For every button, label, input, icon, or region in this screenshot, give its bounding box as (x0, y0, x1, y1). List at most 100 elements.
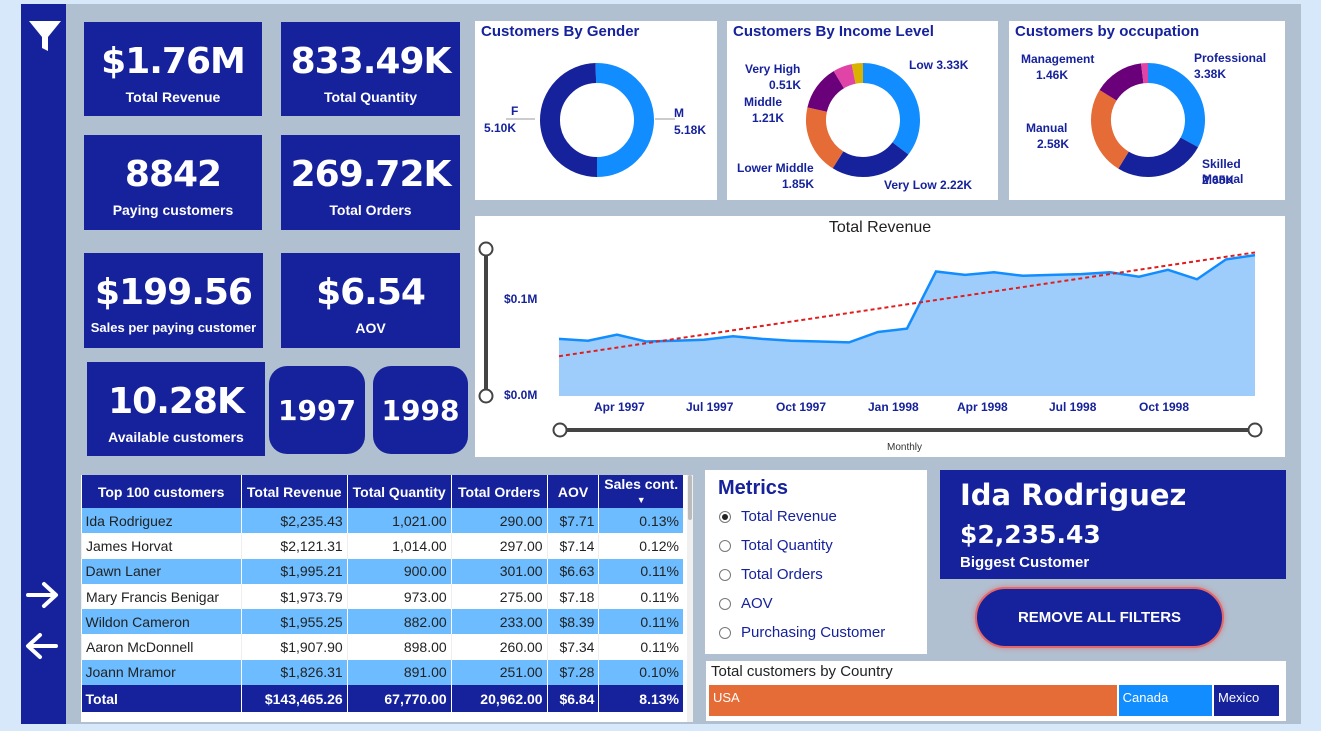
kpi-label: AOV (355, 320, 386, 336)
remove-all-filters-button[interactable]: REMOVE ALL FILTERS (975, 587, 1224, 648)
sort-descending-icon: ▼ (636, 494, 646, 505)
table-cell: $7.28 (546, 659, 599, 686)
radio-button[interactable] (719, 568, 731, 581)
column-header[interactable]: Top 100 customers (81, 475, 242, 508)
donut-slice[interactable] (540, 63, 598, 177)
metric-option[interactable]: Purchasing Customer (719, 618, 885, 647)
kpi-total-orders: 269.72K Total Orders (281, 135, 460, 230)
country-bar-segment[interactable]: Mexico (1214, 685, 1281, 716)
table-cell: Ida Rodriguez (81, 508, 242, 534)
x-range-handle-left[interactable] (552, 422, 568, 438)
y-range-handle-top[interactable] (478, 241, 494, 257)
donut-slice[interactable] (1091, 89, 1130, 169)
column-header[interactable]: Total Revenue (240, 475, 348, 508)
radio-button[interactable] (719, 597, 731, 610)
table-cell: 882.00 (346, 609, 452, 635)
country-bar[interactable]: USA Canada Mexico (709, 685, 1281, 716)
table-row[interactable]: Dawn Laner $1,995.21 900.00 301.00 $6.63 0.11… (81, 558, 683, 584)
label-low: Low 3.33K (909, 58, 969, 72)
donut-slice[interactable] (832, 142, 909, 177)
donut-slice[interactable] (833, 64, 857, 89)
table-cell: $2,235.43 (240, 508, 348, 534)
table-row[interactable]: Joann Mramor $1,826.31 891.00 251.00 $7.28 0.… (81, 659, 683, 686)
donut-slice[interactable] (862, 63, 920, 155)
table-cell: 260.00 (450, 634, 548, 660)
kpi-value: $199.56 (95, 272, 253, 313)
kpi-aov: $6.54 AOV (281, 253, 460, 348)
table-cell: 891.00 (346, 659, 452, 686)
biggest-customer-value: $2,235.43 (960, 520, 1101, 549)
column-header[interactable]: AOV (546, 475, 599, 508)
table-row[interactable]: Ida Rodriguez $2,235.43 1,021.00 290.00 $7.7… (81, 508, 683, 534)
radio-button[interactable] (719, 539, 731, 552)
revenue-area-chart[interactable] (475, 216, 1285, 457)
y-tick-label: $0.0M (504, 388, 538, 402)
kpi-total-quantity: 833.49K Total Quantity (281, 22, 460, 116)
radio-button[interactable] (719, 626, 731, 639)
donut-slice[interactable] (1147, 63, 1205, 148)
column-header[interactable]: Total Quantity (346, 475, 452, 508)
metric-option[interactable]: Total Orders (719, 560, 885, 589)
table-row[interactable]: Mary Francis Benigar $1,973.79 973.00 275.0… (81, 583, 683, 610)
label-management-value: 1.46K (1036, 68, 1069, 82)
label-very-high-name: Very High (745, 62, 801, 76)
country-bar-segment[interactable]: USA (709, 685, 1119, 716)
x-tick-label: Apr 1997 (594, 400, 645, 414)
table-cell: $1,973.79 (240, 583, 348, 610)
funnel-icon[interactable] (27, 18, 63, 54)
revenue-area (559, 255, 1255, 396)
kpi-paying-customers: 8842 Paying customers (84, 135, 262, 230)
table-scrollbar[interactable] (687, 475, 693, 722)
scrollbar-thumb[interactable] (688, 475, 692, 520)
kpi-label: Total Quantity (323, 89, 418, 105)
country-bar-segment[interactable]: Canada (1118, 685, 1214, 716)
table-total-row: Total $143,465.26 67,770.00 20,962.00 $6.84 8… (81, 685, 683, 713)
kpi-label: Paying customers (112, 202, 234, 218)
chart-title: Total customers by Country (711, 663, 893, 680)
radio-button[interactable] (719, 510, 731, 523)
metric-option-label: AOV (741, 595, 773, 612)
donut-slice[interactable] (595, 63, 654, 177)
donut-slice[interactable] (807, 71, 845, 113)
table-row[interactable]: Wildon Cameron $1,955.25 882.00 233.00 $8.39… (81, 609, 683, 635)
label-professional-name: Professional (1194, 51, 1267, 65)
arrow-right-icon[interactable] (25, 577, 61, 613)
column-header[interactable]: Total Orders (450, 475, 548, 508)
donut-slice[interactable] (806, 107, 844, 169)
x-range-handle-right[interactable] (1247, 422, 1263, 438)
table-cell: Dawn Laner (81, 558, 242, 584)
year-1997-button[interactable]: 1997 (269, 366, 365, 454)
table-cell: Joann Mramor (81, 659, 242, 686)
table-row[interactable]: James Horvat $2,121.31 1,014.00 297.00 $7.14… (81, 533, 683, 559)
table-cell: 290.00 (450, 508, 548, 534)
label-manual-value: 2.58K (1037, 137, 1070, 151)
donut-slice[interactable] (1118, 137, 1199, 177)
kpi-value: 8842 (124, 154, 222, 195)
metric-option-label: Purchasing Customer (741, 624, 886, 641)
metric-option-label: Total Revenue (741, 508, 837, 525)
kpi-sales-per-paying-customer: $199.56 Sales per paying customer (84, 253, 263, 348)
table-cell: 0.10% (598, 659, 683, 686)
year-1998-button[interactable]: 1998 (373, 366, 468, 454)
kpi-label: Available customers (108, 429, 244, 445)
donut-slice[interactable] (1099, 63, 1144, 101)
donut-slice[interactable] (851, 63, 864, 84)
table-row[interactable]: Aaron McDonnell $1,907.90 898.00 260.00 $7.3… (81, 634, 683, 660)
metric-option[interactable]: AOV (719, 589, 885, 618)
column-header-sorted[interactable]: Sales cont. ▼ (598, 475, 683, 508)
arrow-left-icon[interactable] (23, 628, 59, 664)
label-skilled-manual-value: 2.65K (1202, 173, 1235, 187)
y-range-handle-bottom[interactable] (478, 388, 494, 404)
x-tick-label: Oct 1997 (776, 400, 827, 414)
x-tick-label: Jul 1997 (686, 400, 734, 414)
x-tick-label: Apr 1998 (957, 400, 1008, 414)
x-axis-title: Monthly (887, 442, 923, 453)
metric-option[interactable]: Total Quantity (719, 531, 885, 560)
top-customers-table: Top 100 customers Total Revenue Total Qu… (81, 475, 683, 713)
label-m-name: M (674, 106, 684, 120)
table-cell: 1,014.00 (346, 533, 452, 559)
table-cell: $1,955.25 (240, 609, 348, 635)
table-cell: 275.00 (450, 583, 548, 610)
label-lower-middle-name: Lower Middle (737, 161, 814, 175)
metric-option[interactable]: Total Revenue (719, 502, 885, 531)
